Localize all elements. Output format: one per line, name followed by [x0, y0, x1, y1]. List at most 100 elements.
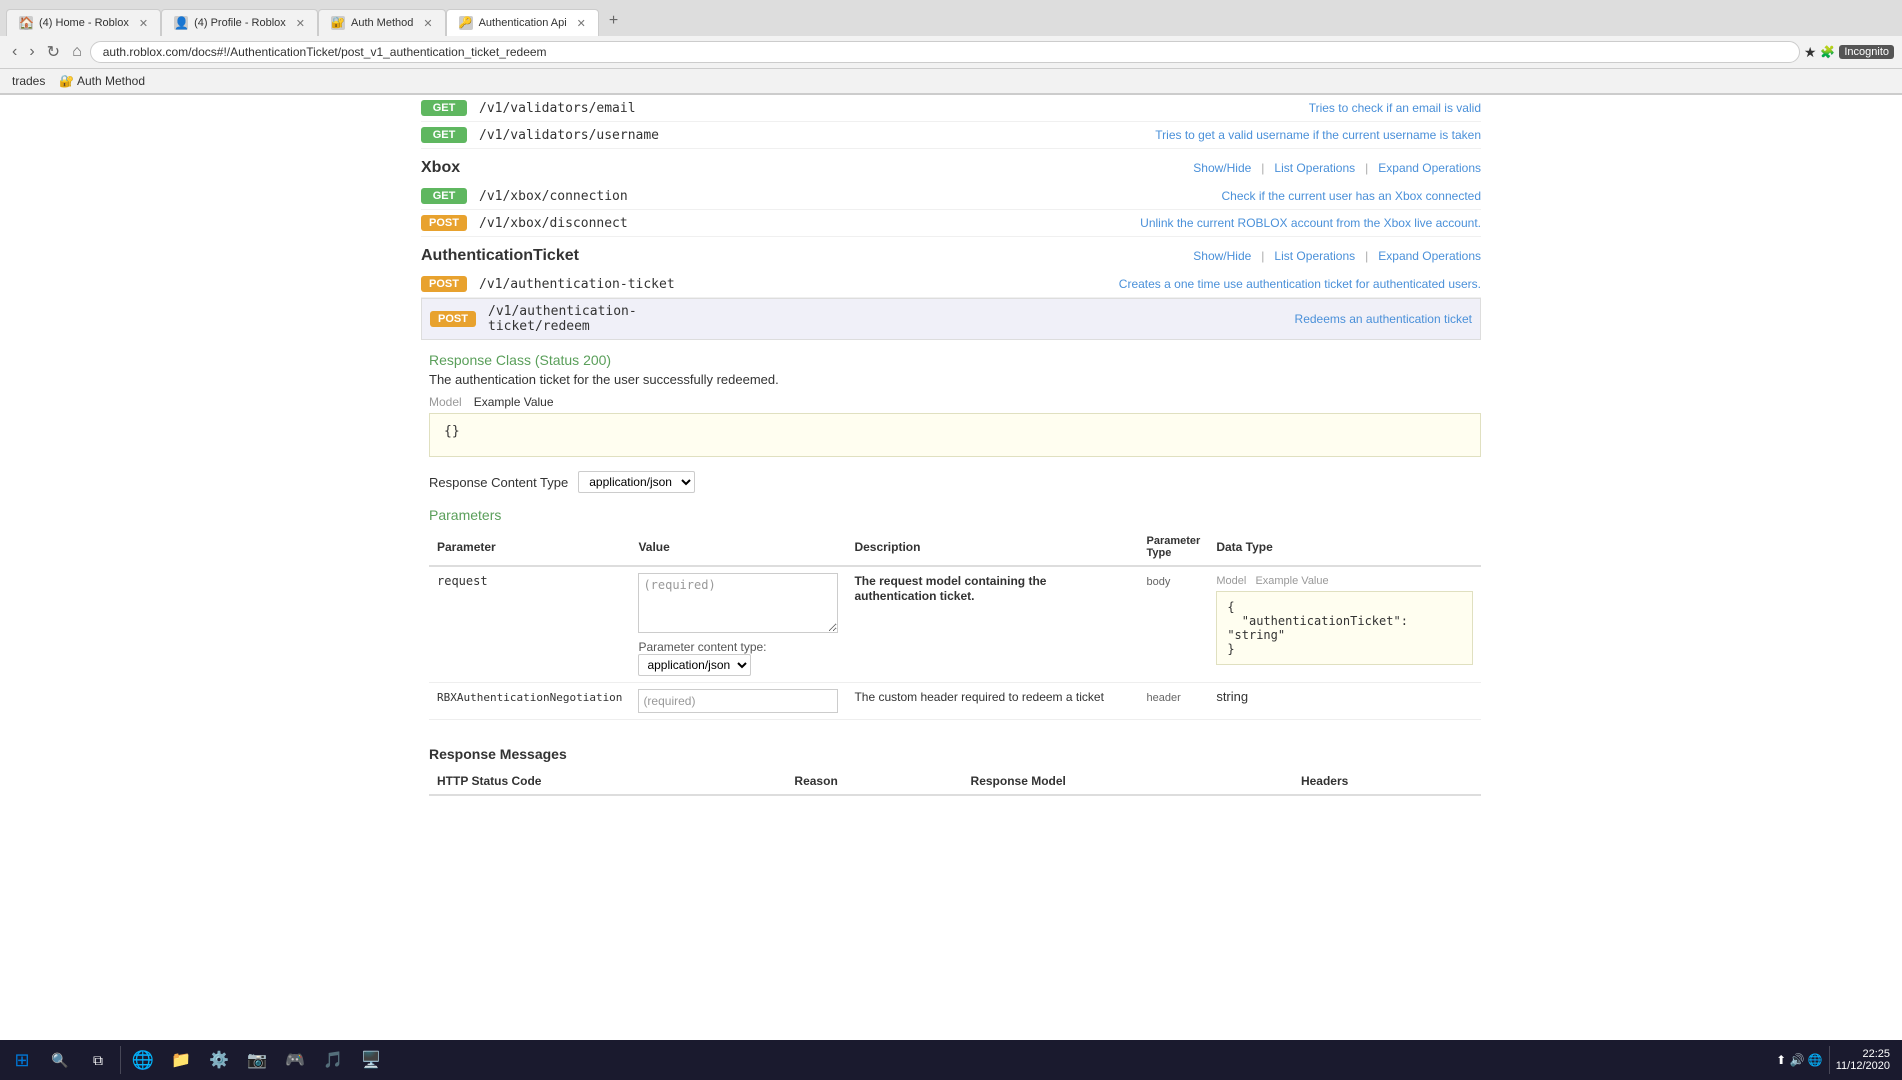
param-type-request: body [1138, 566, 1208, 683]
tab-profile-label: (4) Profile - Roblox [194, 17, 286, 29]
validators-username-desc: Tries to get a valid username if the cur… [679, 128, 1481, 142]
taskbar-clock: 22:25 11/12/2020 [1836, 1048, 1890, 1072]
task-view-button[interactable]: ⧉ [80, 1042, 116, 1078]
xbox-disconnect-row: POST /v1/xbox/disconnect Unlink the curr… [421, 210, 1481, 237]
clock-date: 11/12/2020 [1836, 1060, 1890, 1072]
tab-bar: 🏠 (4) Home - Roblox ✕ 👤 (4) Profile - Ro… [0, 0, 1902, 36]
validators-email-desc: Tries to check if an email is valid [679, 101, 1481, 115]
toolbar-trades[interactable]: trades [8, 72, 49, 90]
tab-profile-close[interactable]: ✕ [296, 17, 305, 30]
auth-ticket-section-title: AuthenticationTicket [421, 247, 579, 265]
response-messages-section: Response Messages HTTP Status Code Reaso… [421, 736, 1481, 796]
auth-ticket-show-hide[interactable]: Show/Hide [1193, 249, 1264, 263]
response-class: Response Class (Status 200) The authenti… [421, 340, 1481, 463]
incognito-label: Incognito [1839, 45, 1894, 59]
tab-auth-method-favicon: 🔐 [331, 16, 345, 30]
response-messages-header: HTTP Status Code Reason Response Model H… [429, 768, 1481, 795]
tab-profile[interactable]: 👤 (4) Profile - Roblox ✕ [161, 9, 318, 36]
tab-home-label: (4) Home - Roblox [39, 17, 129, 29]
response-messages-header-row: HTTP Status Code Reason Response Model H… [429, 768, 1481, 795]
auth-ticket-section-header: AuthenticationTicket Show/Hide List Oper… [421, 237, 1481, 271]
auth-ticket-section: AuthenticationTicket Show/Hide List Oper… [421, 237, 1481, 796]
tab-auth-api-close[interactable]: ✕ [577, 17, 586, 30]
auth-ticket-redeem-path: /v1/authentication-ticket/redeem [488, 304, 688, 334]
extensions-icon[interactable]: 🧩 [1820, 45, 1835, 59]
response-class-title[interactable]: Response Class (Status 200) [429, 352, 1481, 368]
parameters-title[interactable]: Parameters [429, 501, 1481, 529]
param-value-rbx [630, 683, 846, 720]
xbox-connection-desc: Check if the current user has an Xbox co… [679, 189, 1481, 203]
taskbar-app5[interactable]: 🖥️ [353, 1042, 389, 1078]
auth-ticket-section-actions: Show/Hide List Operations Expand Operati… [1193, 249, 1481, 263]
auth-ticket-list-operations[interactable]: List Operations [1274, 249, 1368, 263]
get-badge-email[interactable]: GET [421, 100, 467, 116]
address-bar[interactable] [90, 41, 1800, 63]
param-content-type-label: Parameter content type: [638, 640, 838, 654]
tab-home-close[interactable]: ✕ [139, 17, 148, 30]
param-name-rbx: RBXAuthenticationNegotiation [429, 683, 630, 720]
taskbar-app1[interactable]: ⚙️ [201, 1042, 237, 1078]
response-content-type-row: Response Content Type application/json [421, 463, 1481, 501]
start-button[interactable]: ⊞ [4, 1042, 40, 1078]
bookmark-icon[interactable]: ★ [1804, 44, 1817, 61]
model-tab-model[interactable]: Model [429, 395, 462, 409]
taskbar-separator-1 [120, 1046, 121, 1074]
tab-home[interactable]: 🏠 (4) Home - Roblox ✕ [6, 9, 161, 36]
search-button[interactable]: 🔍 [42, 1042, 78, 1078]
params-table-body: request (required) Parameter content typ… [429, 566, 1481, 720]
post-badge-auth-ticket[interactable]: POST [421, 276, 467, 292]
col-response-model: Response Model [963, 768, 1293, 795]
rbx-input[interactable] [638, 689, 838, 713]
validators-username-path: /v1/validators/username [479, 128, 679, 143]
post-badge-xbox-disconnect[interactable]: POST [421, 215, 467, 231]
new-tab-button[interactable]: + [599, 6, 628, 36]
xbox-section-actions: Show/Hide List Operations Expand Operati… [1193, 161, 1481, 175]
response-content-type-select[interactable]: application/json [578, 471, 695, 493]
response-class-code: {} [429, 413, 1481, 457]
toolbar-bar: trades 🔐 Auth Method [0, 69, 1902, 94]
param-type-rbx: header [1138, 683, 1208, 720]
request-json-example: { "authenticationTicket": "string"} [1216, 591, 1473, 665]
tab-auth-method[interactable]: 🔐 Auth Method ✕ [318, 9, 446, 36]
toolbar-auth-method[interactable]: 🔐 Auth Method [55, 72, 149, 90]
taskbar-chrome[interactable]: 🌐 [125, 1042, 161, 1078]
refresh-button[interactable]: ↻ [43, 40, 64, 64]
tab-auth-method-label: Auth Method [351, 17, 413, 29]
taskbar-app4[interactable]: 🎵 [315, 1042, 351, 1078]
tab-auth-api-favicon: 🔑 [459, 16, 473, 30]
taskbar-tray: ⬆ 🔊 🌐 [1776, 1053, 1823, 1067]
validators-email-row: GET /v1/validators/email Tries to check … [421, 95, 1481, 122]
xbox-connection-row: GET /v1/xbox/connection Check if the cur… [421, 183, 1481, 210]
back-button[interactable]: ‹ [8, 41, 21, 63]
taskbar-app2[interactable]: 📷 [239, 1042, 275, 1078]
param-desc-rbx: The custom header required to redeem a t… [846, 683, 1138, 720]
xbox-list-operations[interactable]: List Operations [1274, 161, 1368, 175]
xbox-connection-path: /v1/xbox/connection [479, 189, 679, 204]
auth-ticket-expand-operations[interactable]: Expand Operations [1378, 249, 1481, 263]
auth-ticket-redeem-row: POST /v1/authentication-ticket/redeem Re… [421, 298, 1481, 340]
col-reason: Reason [786, 768, 962, 795]
home-button[interactable]: ⌂ [68, 41, 86, 63]
taskbar-app3[interactable]: 🎮 [277, 1042, 313, 1078]
taskbar-file-explorer[interactable]: 📁 [163, 1042, 199, 1078]
validators-section: GET /v1/validators/email Tries to check … [421, 95, 1481, 149]
xbox-section: Xbox Show/Hide List Operations Expand Op… [421, 149, 1481, 237]
xbox-expand-operations[interactable]: Expand Operations [1378, 161, 1481, 175]
taskbar: ⊞ 🔍 ⧉ 🌐 📁 ⚙️ 📷 🎮 🎵 🖥️ ⬆ 🔊 🌐 22:25 11/12/… [0, 1040, 1902, 1080]
xbox-show-hide[interactable]: Show/Hide [1193, 161, 1264, 175]
model-tab-example[interactable]: Example Value [474, 395, 554, 409]
tab-auth-api[interactable]: 🔑 Authentication Api ✕ [446, 9, 599, 36]
tab-auth-method-close[interactable]: ✕ [423, 17, 432, 30]
get-badge-xbox-connection[interactable]: GET [421, 188, 467, 204]
param-content-type-select[interactable]: application/json [638, 654, 751, 676]
request-input[interactable]: (required) [638, 573, 838, 633]
xbox-disconnect-desc: Unlink the current ROBLOX account from t… [679, 216, 1481, 230]
tray-icons: ⬆ 🔊 🌐 [1776, 1053, 1823, 1067]
col-value: Value [630, 529, 846, 566]
browser-chrome: 🏠 (4) Home - Roblox ✕ 👤 (4) Profile - Ro… [0, 0, 1902, 95]
data-type-request: Model Example Value { "authenticationTic… [1208, 566, 1481, 683]
col-headers: Headers [1293, 768, 1481, 795]
get-badge-username[interactable]: GET [421, 127, 467, 143]
forward-button[interactable]: › [25, 41, 38, 63]
post-badge-auth-ticket-redeem[interactable]: POST [430, 311, 476, 327]
